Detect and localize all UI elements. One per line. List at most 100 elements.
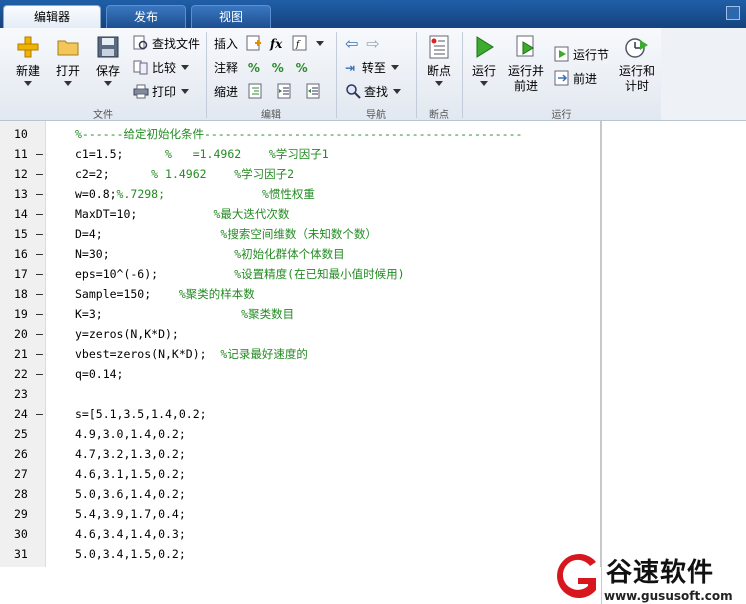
code-text: K=3; %聚类数目 bbox=[75, 304, 294, 324]
breakpoint-marker[interactable]: — bbox=[36, 144, 43, 164]
smart-indent-icon[interactable] bbox=[248, 83, 264, 99]
indent-button[interactable]: 缩进 bbox=[214, 82, 325, 102]
new-button[interactable]: 新建 bbox=[10, 34, 46, 86]
code-line[interactable]: 26 4.7,3.2,1.3,0.2; bbox=[0, 444, 601, 464]
code-line[interactable]: 29 5.4,3.9,1.7,0.4; bbox=[0, 504, 601, 524]
breakpoint-marker[interactable]: — bbox=[36, 324, 43, 344]
goto-button[interactable]: ⇥ 转至 bbox=[345, 58, 399, 78]
fx-label: fx bbox=[270, 37, 283, 51]
find-files-icon bbox=[133, 35, 148, 50]
code-line[interactable]: 14 — MaxDT=10; %最大迭代次数 bbox=[0, 204, 601, 224]
breakpoint-marker[interactable]: — bbox=[36, 184, 43, 204]
line-number: 19 bbox=[14, 307, 28, 321]
line-number: 23 bbox=[14, 387, 28, 401]
new-dropdown-icon[interactable] bbox=[24, 81, 32, 86]
breakpoint-marker[interactable]: — bbox=[36, 364, 43, 384]
find-files-button[interactable]: 查找文件 bbox=[133, 34, 200, 54]
code-line[interactable]: 13 — w=0.8;%.7298; %惯性权重 bbox=[0, 184, 601, 204]
forward-arrow-icon[interactable]: ⇨ bbox=[366, 34, 379, 53]
code-text: 5.0,3.6,1.4,0.2; bbox=[75, 484, 186, 504]
code-line[interactable]: 31 5.0,3.4,1.5,0.2; bbox=[0, 544, 601, 564]
code-line[interactable]: 12 — c2=2; % 1.4962 %学习因子2 bbox=[0, 164, 601, 184]
code-line[interactable]: 27 4.6,3.1,1.5,0.2; bbox=[0, 464, 601, 484]
back-forward-buttons[interactable]: ⇦ ⇨ bbox=[345, 34, 380, 54]
comment-button[interactable]: 注释 % % % bbox=[214, 58, 308, 78]
code-line[interactable]: 21 — vbest=zeros(N,K*D); %记录最好速度的 bbox=[0, 344, 601, 364]
breakpoint-marker[interactable]: — bbox=[36, 204, 43, 224]
run-play-icon bbox=[476, 36, 494, 58]
back-arrow-icon[interactable]: ⇦ bbox=[345, 34, 358, 53]
tab-view[interactable]: 视图 bbox=[191, 5, 271, 28]
line-number: 27 bbox=[14, 467, 28, 481]
breakpoint-marker[interactable]: — bbox=[36, 264, 43, 284]
code-statement: 4.6,3.4,1.4,0.3; bbox=[75, 527, 186, 541]
find-dropdown-icon[interactable] bbox=[393, 89, 402, 94]
breakpoint-marker[interactable]: — bbox=[36, 344, 43, 364]
breakpoint-marker[interactable]: — bbox=[36, 284, 43, 304]
increase-indent-icon[interactable] bbox=[277, 83, 293, 99]
run-and-time-button[interactable]: 运行和 计时 bbox=[616, 34, 658, 94]
code-line[interactable]: 11 — c1=1.5; % =1.4962 %学习因子1 bbox=[0, 144, 601, 164]
breakpoints-dropdown-icon[interactable] bbox=[435, 81, 443, 86]
insert-button[interactable]: 插入 bbox=[214, 34, 265, 54]
code-comment: % =1.4962 %学习因子1 bbox=[165, 147, 329, 161]
run-section-button[interactable]: 运行节 bbox=[554, 45, 609, 65]
code-line[interactable]: 17 — eps=10^(-6); %设置精度(在已知最小值时候用) bbox=[0, 264, 601, 284]
folder-icon bbox=[57, 40, 79, 56]
compare-button[interactable]: 比较 bbox=[133, 58, 190, 78]
wrap-comment-icon[interactable]: % bbox=[296, 61, 308, 75]
code-statement: w=0.8; bbox=[75, 187, 117, 201]
code-line[interactable]: 22 — q=0.14; bbox=[0, 364, 601, 384]
code-line[interactable]: 18 — Sample=150; %聚类的样本数 bbox=[0, 284, 601, 304]
code-comment: %聚类的样本数 bbox=[178, 287, 255, 301]
run-dropdown-icon[interactable] bbox=[480, 81, 488, 86]
decrease-indent-icon[interactable] bbox=[306, 83, 322, 99]
code-line[interactable]: 10 %------给定初始化条件------------------------… bbox=[0, 124, 601, 144]
breakpoints-label: 断点 bbox=[426, 64, 451, 78]
format-button[interactable]: f bbox=[292, 34, 324, 54]
code-line[interactable]: 25 4.9,3.0,1.4,0.2; bbox=[0, 424, 601, 444]
editor-right-border bbox=[601, 121, 602, 604]
goto-dropdown-icon[interactable] bbox=[390, 65, 399, 70]
code-line[interactable]: 30 4.6,3.4,1.4,0.3; bbox=[0, 524, 601, 544]
code-line[interactable]: 16 — N=30; %初始化群体个体数目 bbox=[0, 244, 601, 264]
breakpoint-marker[interactable]: — bbox=[36, 164, 43, 184]
code-line[interactable]: 24 — s=[5.1,3.5,1.4,0.2; bbox=[0, 404, 601, 424]
code-statement: 4.9,3.0,1.4,0.2; bbox=[75, 427, 186, 441]
run-and-advance-button[interactable]: 运行并 前进 bbox=[506, 34, 546, 94]
save-button[interactable]: 保存 bbox=[92, 34, 124, 86]
line-number: 10 bbox=[14, 127, 28, 141]
breakpoint-marker[interactable]: — bbox=[36, 404, 43, 424]
print-dropdown-icon[interactable] bbox=[181, 89, 190, 94]
find-button[interactable]: 查找 bbox=[345, 82, 402, 102]
breakpoint-marker[interactable]: — bbox=[36, 244, 43, 264]
open-dropdown-icon[interactable] bbox=[64, 81, 72, 86]
comment-label: 注释 bbox=[214, 61, 239, 75]
code-line[interactable]: 23 bbox=[0, 384, 601, 404]
uncomment-icon[interactable]: % bbox=[272, 61, 284, 75]
breakpoints-icon bbox=[429, 35, 449, 59]
print-button[interactable]: 打印 bbox=[133, 82, 190, 102]
breakpoints-button[interactable]: 断点 bbox=[422, 34, 456, 86]
format-dropdown-icon[interactable] bbox=[316, 41, 324, 46]
save-dropdown-icon[interactable] bbox=[104, 81, 112, 86]
format-icon: f bbox=[292, 35, 307, 51]
code-editor[interactable]: 10 %------给定初始化条件------------------------… bbox=[0, 121, 601, 567]
breakpoint-marker[interactable]: — bbox=[36, 304, 43, 324]
code-line[interactable]: 20 — y=zeros(N,K*D); bbox=[0, 324, 601, 344]
breakpoint-marker[interactable]: — bbox=[36, 224, 43, 244]
compare-dropdown-icon[interactable] bbox=[181, 65, 190, 70]
code-text: c1=1.5; % =1.4962 %学习因子1 bbox=[75, 144, 329, 164]
printer-icon bbox=[133, 84, 149, 99]
open-button[interactable]: 打开 bbox=[52, 34, 84, 86]
code-line[interactable]: 19 — K=3; %聚类数目 bbox=[0, 304, 601, 324]
restore-window-icon[interactable] bbox=[726, 6, 740, 20]
tab-editor[interactable]: 编辑器 bbox=[3, 5, 101, 28]
comment-percent-icon[interactable]: % bbox=[248, 61, 260, 75]
code-line[interactable]: 28 5.0,3.6,1.4,0.2; bbox=[0, 484, 601, 504]
insert-function-button[interactable]: fx bbox=[270, 34, 282, 54]
run-button[interactable]: 运行 bbox=[468, 34, 500, 86]
advance-button[interactable]: 前进 bbox=[554, 69, 597, 89]
code-line[interactable]: 15 — D=4; %搜索空间维数（未知数个数） bbox=[0, 224, 601, 244]
tab-publish[interactable]: 发布 bbox=[106, 5, 186, 28]
